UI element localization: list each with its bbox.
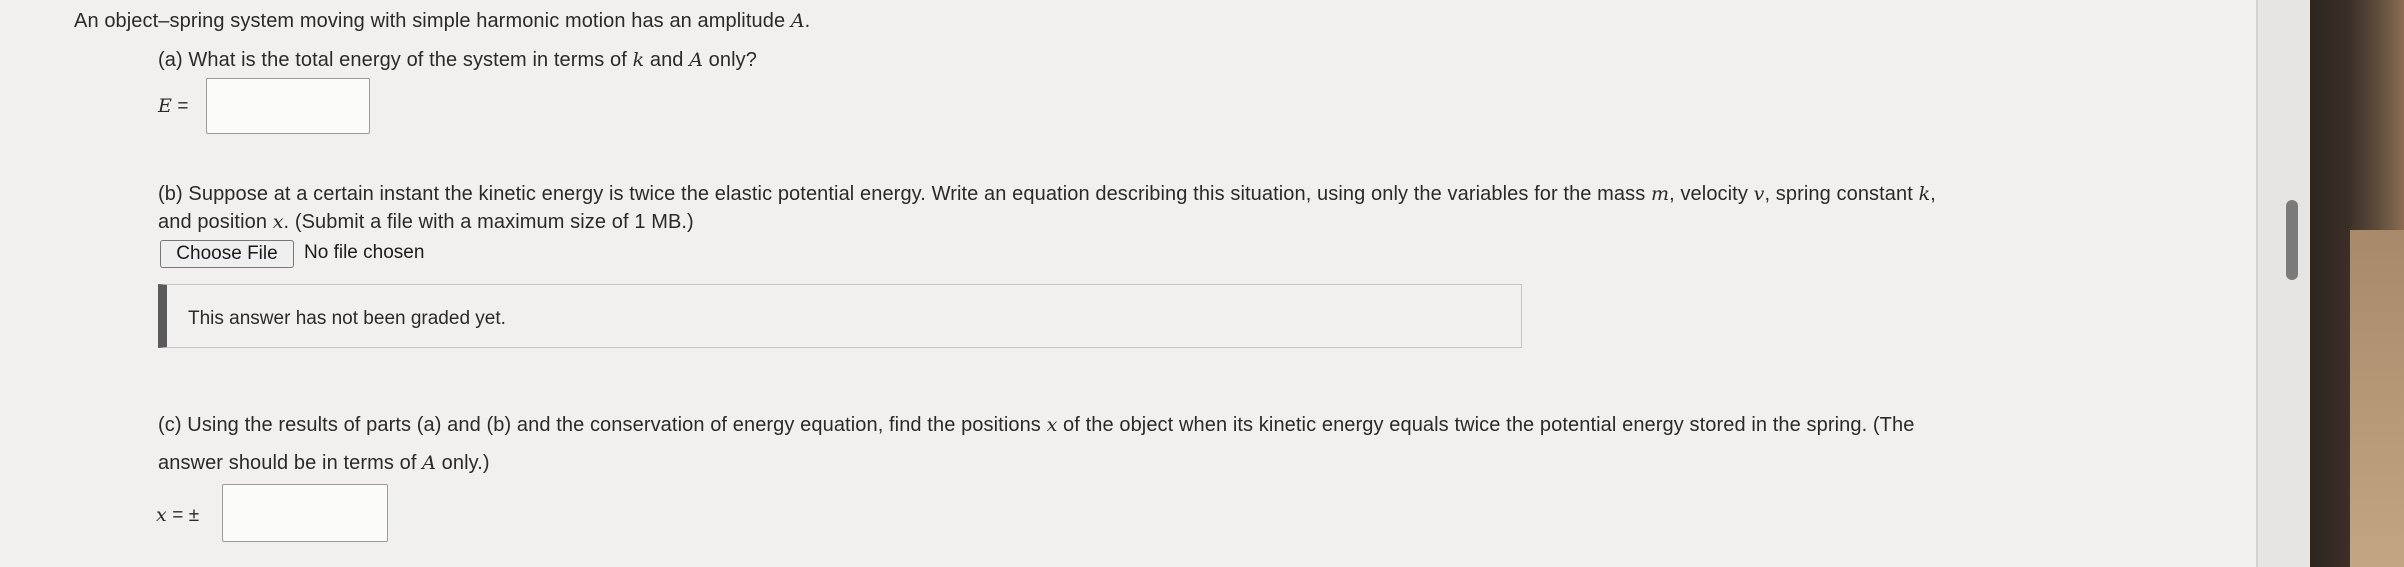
part-c-question-line1: (c) Using the results of parts (a) and (… (158, 412, 1914, 438)
part-c-var-x: x (1046, 414, 1058, 436)
part-a-var-A: A (689, 49, 704, 71)
part-c-var-A: A (422, 452, 436, 474)
part-c-l2b: only.) (435, 452, 490, 474)
part-a-post: only? (703, 49, 757, 71)
part-b-l1d: , (1930, 183, 1936, 205)
part-a-pre: (a) What is the total energy of the syst… (158, 49, 633, 71)
part-b-l1b: , velocity (1669, 183, 1754, 205)
question-page: An object–spring system moving with simp… (0, 0, 2258, 567)
part-c-l1b: of the object when its kinetic energy eq… (1057, 414, 1915, 436)
part-b-var-v: v (1753, 183, 1765, 205)
part-a-var-k: k (632, 49, 645, 71)
part-b-question-line1: (b) Suppose at a certain instant the kin… (158, 181, 1936, 207)
part-c-question-line2: answer should be in terms of A only.) (158, 450, 490, 476)
scrollbar-thumb[interactable] (2286, 200, 2298, 280)
position-label-var: x (156, 504, 167, 526)
energy-label-var: E (158, 95, 172, 117)
bezel-highlight (2350, 230, 2404, 567)
position-label: x = ± (156, 502, 199, 529)
intro-text: An object–spring system moving with simp… (74, 8, 810, 34)
part-b-var-k: k (1918, 183, 1931, 205)
intro-var: A (790, 10, 805, 32)
intro-pre: An object–spring system moving with simp… (74, 10, 791, 32)
position-label-eq: = ± (166, 505, 200, 526)
part-c-l1a: (c) Using the results of parts (a) and (… (158, 414, 1047, 436)
part-b-question-line2: and position x. (Submit a file with a ma… (158, 209, 694, 235)
part-b-var-x: x (272, 211, 284, 233)
part-b-l2b: . (Submit a file with a maximum size of … (283, 211, 694, 233)
energy-label-eq: = (171, 96, 189, 117)
part-b-l1c: , spring constant (1764, 183, 1919, 205)
part-a-mid: and (644, 49, 690, 71)
energy-label: E = (158, 93, 189, 120)
part-b-l2a: and position (158, 211, 273, 233)
part-b-l1: (b) Suppose at a certain instant the kin… (158, 183, 1652, 205)
file-status-text: No file chosen (304, 242, 425, 263)
part-a-question: (a) What is the total energy of the syst… (158, 47, 757, 73)
position-answer-input[interactable] (222, 484, 388, 542)
energy-answer-input[interactable] (206, 78, 370, 134)
part-b-var-m: m (1651, 183, 1670, 205)
scrollbar-track[interactable] (2258, 0, 2310, 567)
choose-file-button[interactable]: Choose File (160, 240, 294, 268)
part-c-l2a: answer should be in terms of (158, 452, 423, 474)
grade-status-text: This answer has not been graded yet. (188, 308, 506, 329)
intro-post: . (804, 10, 811, 32)
